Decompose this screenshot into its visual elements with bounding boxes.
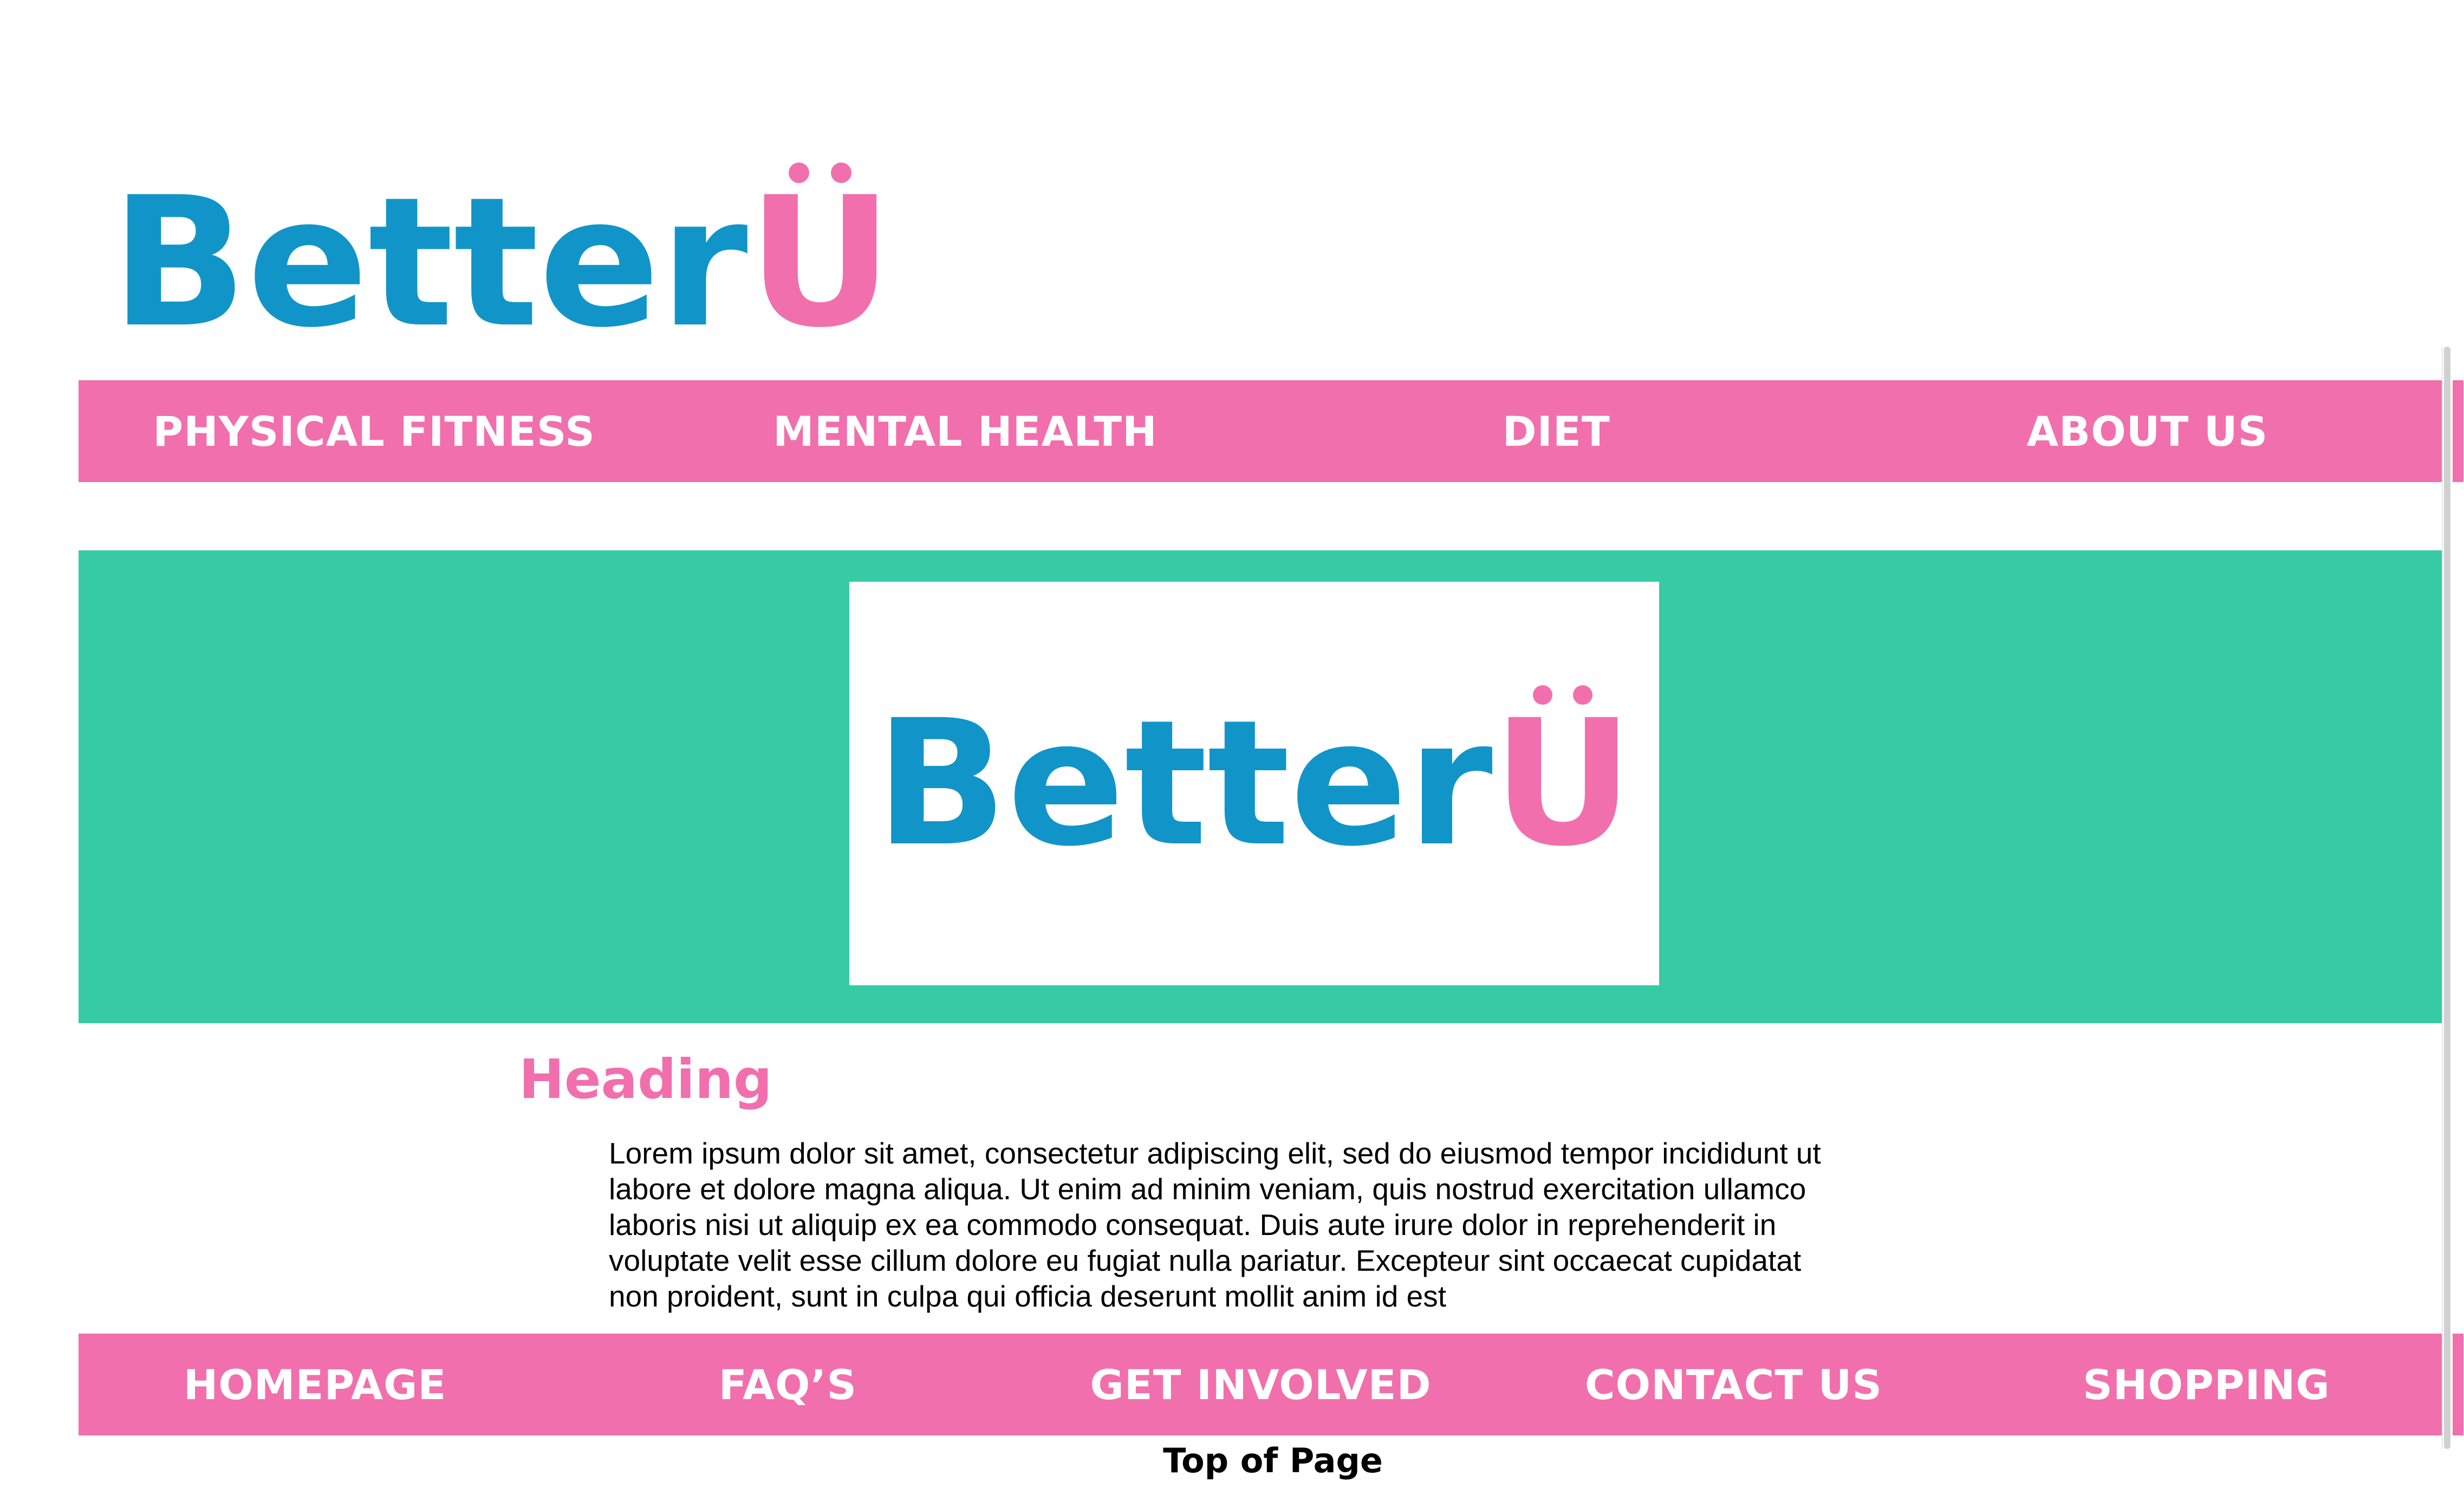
section-heading: Heading (519, 1048, 772, 1111)
footer-edge-divider (2453, 1334, 2463, 1435)
nav-item-mental-health[interactable]: MENTAL HEALTH (669, 407, 1260, 456)
page: Better U PHYSICAL FITNESS MENTAL HEALTH … (0, 0, 2464, 1508)
nav-item-physical-fitness[interactable]: PHYSICAL FITNESS (79, 407, 669, 456)
logo-umlaut-icon (747, 162, 893, 183)
umlaut-dot (1533, 685, 1553, 705)
logo-word: Better (111, 159, 748, 367)
scrollbar-thumb[interactable] (2444, 347, 2450, 1449)
site-logo[interactable]: Better U (111, 159, 893, 367)
nav-item-contact-us[interactable]: CONTACT US (1497, 1361, 1970, 1409)
body-paragraph: Lorem ipsum dolor sit amet, consectetur … (609, 1136, 1821, 1313)
logo-letter: U (747, 159, 893, 367)
umlaut-dot (831, 162, 852, 183)
main-nav: PHYSICAL FITNESS MENTAL HEALTH DIET ABOU… (79, 380, 2443, 482)
hero-logo: Better U (875, 682, 1633, 885)
nav-item-diet[interactable]: DIET (1261, 407, 1852, 456)
umlaut-dot (1573, 685, 1593, 705)
hero-image: Better U (849, 582, 1659, 985)
hero-logo-word: Better (875, 682, 1493, 885)
nav-edge-divider (2453, 380, 2463, 482)
footer-nav: HOMEPAGE FAQ’S GET INVOLVED CONTACT US S… (79, 1334, 2443, 1435)
nav-item-faqs[interactable]: FAQ’S (551, 1361, 1024, 1409)
hero-logo-letter: U (1492, 682, 1634, 885)
umlaut-dot (789, 162, 810, 183)
logo-letter-wrap: U (747, 162, 893, 352)
vertical-scrollbar[interactable] (2442, 347, 2452, 1449)
hero-logo-letter-wrap: U (1493, 685, 1633, 870)
nav-item-homepage[interactable]: HOMEPAGE (79, 1361, 551, 1409)
hero-umlaut-icon (1493, 685, 1634, 705)
nav-item-shopping[interactable]: SHOPPING (1970, 1361, 2443, 1409)
nav-item-about-us[interactable]: ABOUT US (1852, 407, 2443, 456)
top-of-page-link[interactable]: Top of Page (1137, 1441, 1408, 1480)
nav-item-get-involved[interactable]: GET INVOLVED (1024, 1361, 1497, 1409)
